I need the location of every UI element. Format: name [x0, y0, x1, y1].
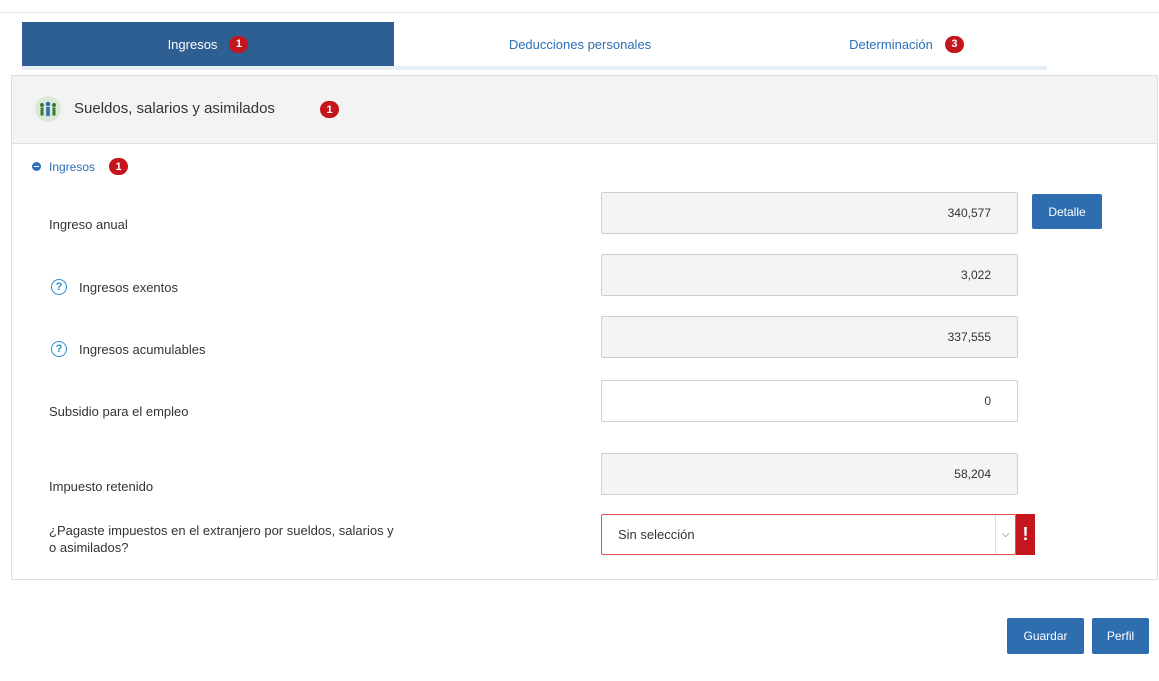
ingreso-anual-label: Ingreso anual: [49, 217, 128, 232]
people-group-icon: [35, 96, 61, 122]
tab-ingresos[interactable]: Ingresos 1: [22, 22, 394, 66]
save-button[interactable]: Guardar: [1007, 618, 1084, 654]
profile-button[interactable]: Perfil: [1092, 618, 1149, 654]
tab-label: Deducciones personales: [508, 36, 652, 52]
impuesto-retenido-field: 58,204: [601, 453, 1018, 495]
collapse-icon: [32, 162, 41, 171]
section-title: Sueldos, salarios y asimilados: [74, 100, 275, 117]
tab-underline: [22, 66, 1047, 70]
subsidio-label: Subsidio para el empleo: [49, 404, 189, 419]
tab-badge: 1: [229, 35, 249, 53]
question-line-2: o asimilados?: [49, 540, 129, 555]
impuesto-retenido-label: Impuesto retenido: [49, 479, 154, 494]
section-badge: 1: [320, 101, 339, 118]
ingresos-acumulables-value: 337,555: [947, 330, 991, 344]
tab-deducciones-personales[interactable]: Deducciones personales: [394, 22, 766, 66]
ingresos-acumulables-label: Ingresos acumulables: [79, 342, 206, 357]
tab-label: Ingresos: [167, 36, 218, 52]
tab-determinacion[interactable]: Determinación 3: [766, 22, 1047, 66]
question-line-1: ¿Pagaste impuestos en el extranjero por …: [49, 523, 394, 538]
select-value: Sin selección: [618, 527, 695, 542]
foreign-tax-select[interactable]: Sin selección ⌵: [601, 514, 1016, 555]
section-header[interactable]: Sueldos, salarios y asimilados 1: [12, 76, 1157, 144]
tab-badge: 3: [944, 35, 964, 53]
subsection-toggle[interactable]: Ingresos 1: [32, 158, 129, 175]
tab-label: Determinación: [849, 36, 933, 52]
top-divider: [0, 12, 1159, 13]
ingreso-anual-value: 340,577: [947, 206, 991, 220]
ingresos-exentos-value: 3,022: [960, 268, 991, 282]
help-icon[interactable]: ?: [51, 279, 67, 295]
help-icon[interactable]: ?: [51, 341, 67, 357]
subsection-badge: 1: [109, 158, 129, 175]
error-flag-icon: !: [1016, 514, 1035, 555]
impuesto-retenido-value: 58,204: [954, 467, 991, 481]
subsidio-input[interactable]: 0: [601, 380, 1018, 422]
foreign-tax-question: ¿Pagaste impuestos en el extranjero por …: [49, 522, 394, 556]
chevron-down-icon[interactable]: ⌵: [995, 515, 1015, 554]
subsidio-value: 0: [984, 394, 991, 408]
ingreso-anual-field: 340,577: [601, 192, 1018, 234]
subsection-label: Ingresos: [49, 159, 96, 174]
detail-button[interactable]: Detalle: [1032, 194, 1102, 229]
ingresos-exentos-field: 3,022: [601, 254, 1018, 296]
ingresos-exentos-label: Ingresos exentos: [79, 280, 179, 295]
tab-bar: Ingresos 1 Deducciones personales Determ…: [22, 22, 1047, 66]
ingresos-acumulables-field: 337,555: [601, 316, 1018, 358]
